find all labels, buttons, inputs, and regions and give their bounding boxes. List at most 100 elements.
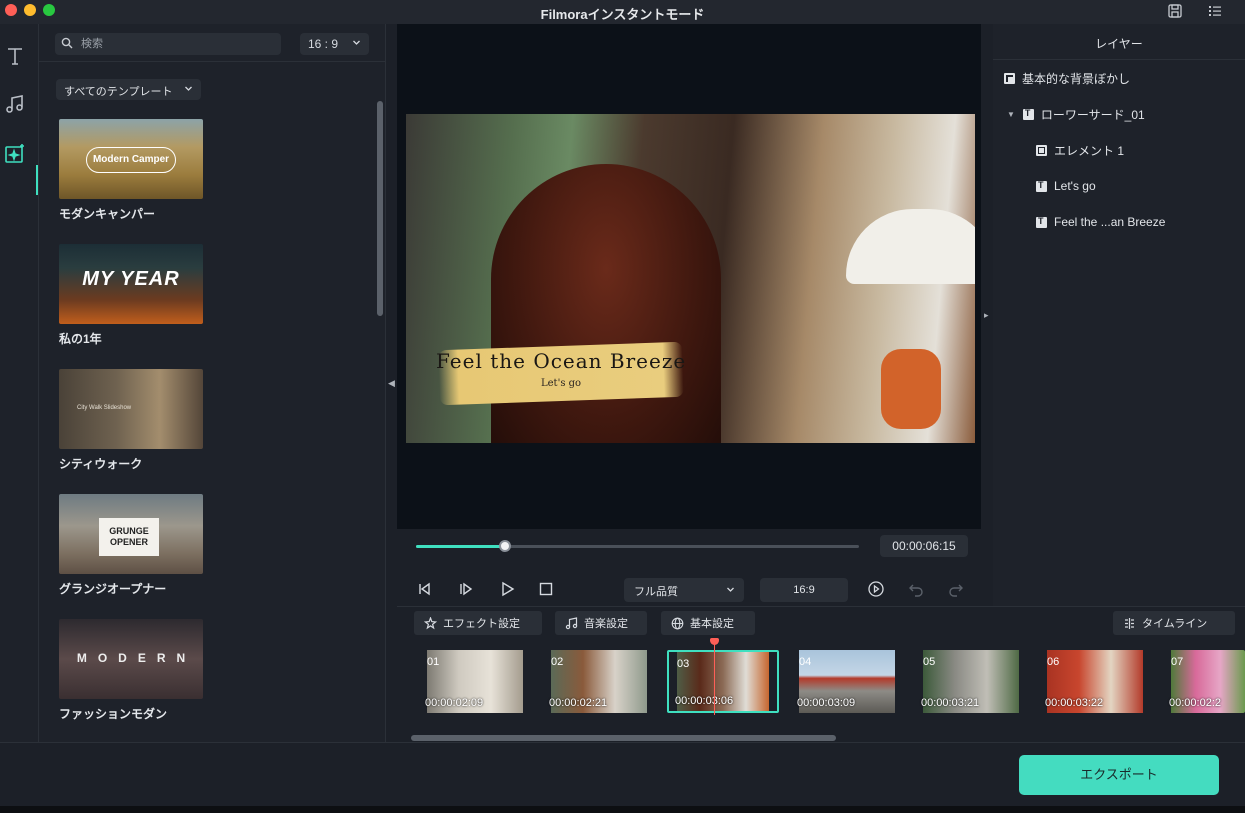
- layer-item[interactable]: ▼ ローワーサード_01: [1007, 105, 1145, 123]
- clip-number: 03: [677, 658, 690, 670]
- overlay-title-text[interactable]: Feel the Ocean Breeze: [436, 349, 726, 373]
- clip-number: 07: [1171, 656, 1184, 668]
- clip-duration: 00:00:03:21: [921, 697, 980, 709]
- quality-select[interactable]: フル品質: [624, 578, 744, 602]
- search-input[interactable]: [81, 36, 271, 52]
- template-label: シティウォーク: [59, 457, 143, 471]
- save-icon[interactable]: [1167, 3, 1183, 19]
- timeline-button[interactable]: タイムライン: [1113, 611, 1235, 635]
- next-frame-icon[interactable]: [457, 580, 475, 598]
- thumbnail-text: GRUNGE OPENER: [99, 518, 159, 556]
- active-category-marker: [36, 165, 38, 195]
- template-card[interactable]: City Walk Slideshow シティウォーク: [59, 369, 203, 472]
- thumbnail-text: MODERN: [76, 651, 197, 665]
- effect-icon: [424, 616, 437, 629]
- text-icon: [1022, 108, 1034, 120]
- preview-video[interactable]: Feel the Ocean Breeze Let's go: [406, 114, 975, 443]
- timeline-clip-selected[interactable]: 03 00:00:03:06: [667, 650, 779, 713]
- playhead[interactable]: [714, 640, 715, 715]
- stop-icon[interactable]: [537, 580, 555, 598]
- clip-duration: 00:00:03:06: [675, 695, 734, 707]
- overlay-subtitle-text[interactable]: Let's go: [541, 378, 581, 389]
- template-thumbnail[interactable]: GRUNGE OPENER: [59, 494, 203, 574]
- template-card[interactable]: GRUNGE OPENER グランジオープナー: [59, 494, 203, 597]
- template-thumbnail[interactable]: MODERN: [59, 619, 203, 699]
- progress-knob[interactable]: [498, 540, 511, 552]
- basic-settings-label: 基本設定: [690, 618, 734, 630]
- layer-item[interactable]: 基本的な背景ぼかし: [1004, 69, 1130, 87]
- panel-separator: [385, 24, 386, 742]
- thumbnail-text: MY YEAR: [82, 268, 180, 290]
- chevron-down-icon: [353, 40, 360, 45]
- redo-icon[interactable]: [947, 580, 965, 598]
- previous-frame-icon[interactable]: [416, 580, 434, 598]
- timeline-clip[interactable]: 05 00:00:03:21: [915, 650, 1027, 713]
- globe-icon: [671, 617, 684, 629]
- clip-duration: 00:00:02:21: [549, 697, 608, 709]
- play-icon[interactable]: [498, 580, 516, 598]
- template-card[interactable]: Modern Camper モダンキャンパー: [59, 119, 203, 222]
- timeline-clip[interactable]: 06 00:00:03:22: [1039, 650, 1151, 713]
- export-button[interactable]: エクスポート: [1019, 755, 1219, 795]
- template-thumbnail[interactable]: Modern Camper: [59, 119, 203, 199]
- timeline-clip[interactable]: 07 00:00:02:2: [1163, 650, 1245, 713]
- effect-settings-label: エフェクト設定: [443, 618, 520, 630]
- category-bar: [0, 24, 39, 742]
- collapse-right-panel-icon[interactable]: ▸: [984, 310, 989, 321]
- effect-settings-button[interactable]: エフェクト設定: [414, 611, 542, 635]
- template-card[interactable]: MODERN ファッションモダン: [59, 619, 203, 722]
- clip-duration: 00:00:02:09: [425, 697, 484, 709]
- timeline-clip[interactable]: 02 00:00:02:21: [543, 650, 655, 713]
- layer-panel-title: レイヤー: [993, 24, 1245, 60]
- window-title: Filmoraインスタントモード: [540, 7, 705, 22]
- clip-number: 02: [551, 656, 564, 668]
- template-thumbnail[interactable]: MY YEAR: [59, 244, 203, 324]
- quality-value: フル品質: [634, 586, 678, 598]
- layer-label: Feel the ...an Breeze: [1054, 215, 1166, 229]
- timeline-label: タイムライン: [1142, 618, 1208, 630]
- timecode-display: 00:00:06:15: [880, 535, 968, 557]
- layer-label: ローワーサード_01: [1040, 107, 1145, 122]
- preview-panel: Feel the Ocean Breeze Let's go: [397, 24, 981, 529]
- layer-item[interactable]: Let's go: [1036, 177, 1096, 195]
- text-icon: [1036, 180, 1047, 192]
- panel-divider: [39, 61, 386, 62]
- template-card[interactable]: MY YEAR 私の1年: [59, 244, 203, 347]
- expand-triangle-icon[interactable]: ▼: [1007, 110, 1015, 119]
- music-tool-icon[interactable]: [3, 92, 27, 116]
- template-scrollbar[interactable]: [377, 101, 383, 316]
- music-settings-label: 音楽設定: [584, 618, 628, 630]
- thumbnail-text: City Walk Slideshow: [77, 405, 132, 411]
- layer-label: Let's go: [1054, 179, 1096, 193]
- layer-item[interactable]: Feel the ...an Breeze: [1036, 213, 1165, 231]
- bottom-bar: エクスポート: [0, 742, 1245, 806]
- template-label: ファッションモダン: [59, 707, 168, 721]
- timeline-clip[interactable]: 04 00:00:03:09: [791, 650, 903, 713]
- template-tool-icon[interactable]: [3, 142, 27, 166]
- template-thumbnail[interactable]: City Walk Slideshow: [59, 369, 203, 449]
- settings-bar: エフェクト設定 音楽設定 基本設定 タイムライン: [397, 606, 1245, 636]
- layer-item[interactable]: エレメント 1: [1036, 141, 1124, 159]
- basic-settings-button[interactable]: 基本設定: [661, 611, 755, 635]
- undo-icon[interactable]: [907, 580, 925, 598]
- layer-panel: レイヤー 基本的な背景ぼかし ▼ ローワーサード_01 エレメント 1 Let'…: [993, 24, 1245, 606]
- timeline-clip[interactable]: 01 00:00:02:09: [419, 650, 531, 713]
- template-label: モダンキャンパー: [59, 207, 156, 221]
- template-filter-value: すべてのテンプレート: [64, 86, 173, 98]
- search-box[interactable]: [55, 33, 281, 55]
- preview-ratio-button[interactable]: 16:9: [760, 578, 848, 602]
- text-tool-icon[interactable]: [3, 44, 27, 68]
- scene-bag: [881, 349, 941, 429]
- template-filter-select[interactable]: すべてのテンプレート: [56, 79, 201, 100]
- playback-progress[interactable]: [416, 540, 859, 552]
- speed-icon[interactable]: [867, 580, 885, 598]
- timeline-scrollbar[interactable]: [411, 735, 836, 741]
- image-icon: [1004, 72, 1015, 84]
- music-settings-button[interactable]: 音楽設定: [555, 611, 647, 635]
- aspect-ratio-select[interactable]: 16 : 9: [300, 33, 369, 55]
- collapse-left-panel-icon[interactable]: ◀: [388, 378, 395, 389]
- list-menu-icon[interactable]: [1207, 3, 1223, 19]
- clip-number: 04: [799, 656, 812, 668]
- layer-label: 基本的な背景ぼかし: [1022, 71, 1131, 86]
- progress-fill: [416, 545, 505, 548]
